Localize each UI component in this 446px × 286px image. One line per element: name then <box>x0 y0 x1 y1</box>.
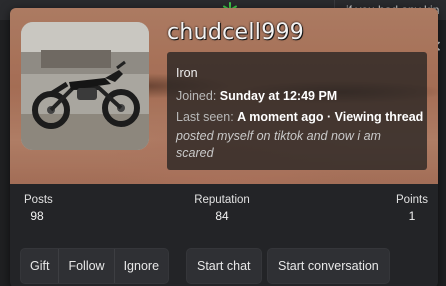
start-chat-button[interactable]: Start chat <box>186 248 262 284</box>
last-seen-label: Last seen: <box>176 110 234 124</box>
dirt-bike-avatar <box>21 22 149 150</box>
user-title: Iron <box>176 66 198 80</box>
gift-button[interactable]: Gift <box>21 249 60 283</box>
stat-points: Points 1 <box>392 194 432 223</box>
follow-button[interactable]: Follow <box>59 249 115 283</box>
posts-value[interactable]: 98 <box>24 209 50 223</box>
username[interactable]: chudcell999 <box>167 20 304 45</box>
joined-row: Joined: Sunday at 12:49 PM <box>176 89 337 103</box>
start-conversation-button[interactable]: Start conversation <box>267 248 390 284</box>
user-actions-group: Gift Follow Ignore <box>20 248 170 284</box>
stats-row: Posts 98 Reputation 84 Points 1 <box>10 184 438 240</box>
page: if you had any kin ✕ <box>0 0 446 286</box>
stat-reputation: Reputation 84 <box>192 194 252 223</box>
member-tooltip-card: chudcell999 Iron Joined: Sunday at 12:49… <box>10 8 438 286</box>
posts-label: Posts <box>24 194 53 206</box>
ignore-button[interactable]: Ignore <box>115 249 168 283</box>
status-message: posted myself on tiktok and now i am sca… <box>176 129 381 160</box>
last-seen-row: Last seen: A moment ago · Viewing thread <box>176 110 423 124</box>
points-label: Points <box>396 194 428 206</box>
reputation-label: Reputation <box>194 194 250 206</box>
joined-value: Sunday at 12:49 PM <box>219 89 338 103</box>
joined-label: Joined: <box>176 89 217 103</box>
profile-info-box: Iron Joined: Sunday at 12:49 PM Last see… <box>167 52 427 170</box>
avatar[interactable] <box>21 22 149 150</box>
last-seen-value: A moment ago · Viewing thread <box>237 110 424 124</box>
points-value[interactable]: 1 <box>392 209 432 223</box>
reputation-value: 84 <box>215 209 229 223</box>
stat-posts: Posts 98 <box>24 194 53 223</box>
